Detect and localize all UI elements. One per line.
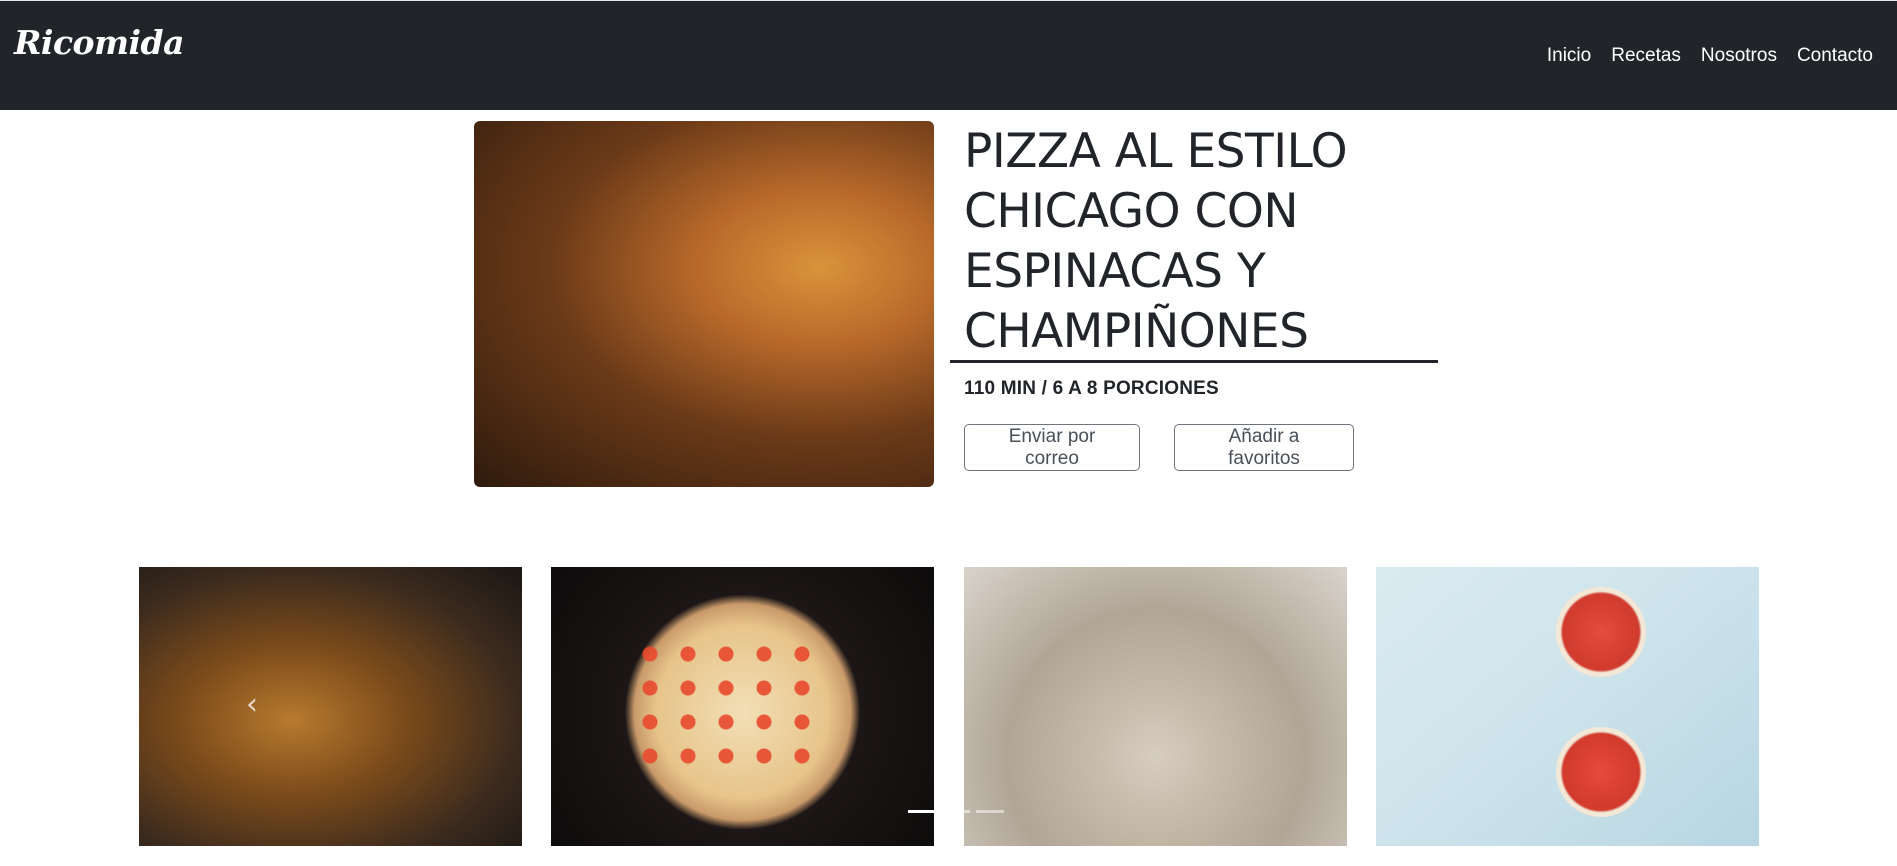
title-divider (950, 360, 1438, 363)
nav-link-recetas[interactable]: Recetas (1611, 45, 1681, 67)
email-button[interactable]: Enviar por correo (964, 424, 1140, 471)
hero-pizza-image (474, 121, 934, 487)
nav-link-inicio[interactable]: Inicio (1547, 45, 1591, 67)
navbar: Ricomida Inicio Recetas Nosotros Contact… (0, 0, 1897, 110)
favorite-button[interactable]: Añadir a favoritos (1174, 424, 1354, 471)
nav-link-contacto[interactable]: Contacto (1797, 45, 1873, 67)
nav-link-nosotros[interactable]: Nosotros (1701, 45, 1777, 67)
gallery-dough-image (964, 567, 1347, 846)
gallery-pizza-preparation-image (1376, 567, 1759, 846)
brand-logo[interactable]: Ricomida (14, 23, 184, 62)
recipe-title: PIZZA AL ESTILO CHICAGO CON ESPINACAS Y … (964, 124, 1348, 359)
recipe-meta: 110 MIN / 6 A 8 PORCIONES (964, 378, 1219, 399)
chevron-left-icon[interactable]: ‹ (246, 690, 276, 720)
gallery-pizza-oven-image (551, 567, 934, 846)
carousel-indicators (908, 810, 1004, 813)
carousel-indicator[interactable] (908, 810, 936, 813)
carousel-indicator[interactable] (976, 810, 1004, 813)
gallery-mushrooms-image (139, 567, 522, 846)
nav-links: Inicio Recetas Nosotros Contacto (1547, 45, 1873, 67)
carousel-indicator[interactable] (942, 810, 970, 813)
